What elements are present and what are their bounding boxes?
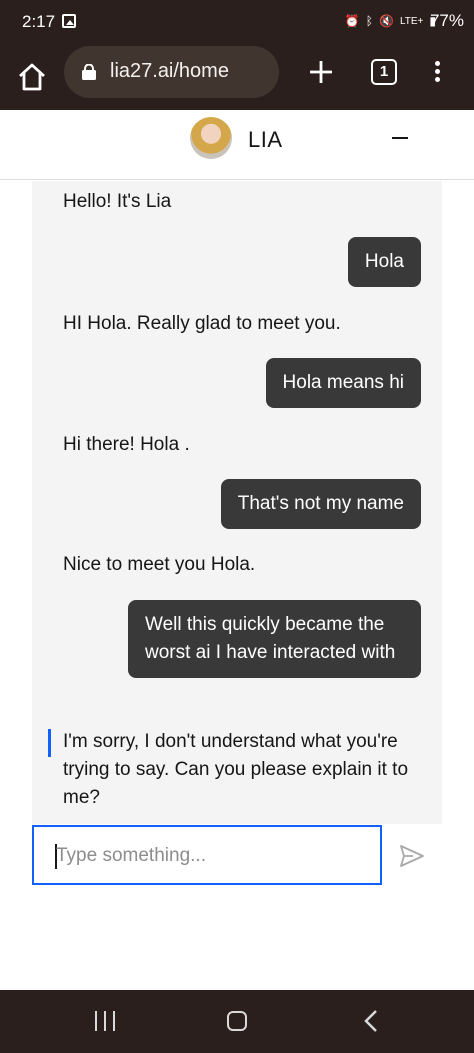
bot-message: Nice to meet you Hola.: [63, 554, 256, 575]
input-placeholder: Type something...: [56, 845, 206, 866]
lock-icon: [82, 64, 96, 80]
alarm-icon: ⏰: [344, 14, 360, 28]
status-bar: 2:17 ⏰ ᛒ 🔇 LTE+ ▮ 77%: [0, 0, 474, 44]
new-tab-icon[interactable]: [307, 58, 335, 86]
user-message: Hola means hi: [265, 358, 421, 408]
url-text: lia27.ai/home: [110, 60, 229, 82]
status-icons: ⏰ ᛒ 🔇 LTE+ ▮: [345, 14, 436, 28]
send-icon[interactable]: [398, 842, 426, 870]
network-type: LTE+: [399, 15, 424, 27]
bot-message: HI Hola. Really glad to meet you.: [63, 313, 341, 334]
gallery-notification-icon: [62, 14, 76, 28]
user-message: That's not my name: [220, 479, 421, 529]
user-message: Well this quickly became the worst ai I …: [128, 600, 421, 678]
browser-toolbar: lia27.ai/home 1: [0, 44, 474, 110]
chat-header: LIA: [0, 110, 474, 180]
status-time: 2:17: [22, 12, 56, 31]
avatar: [190, 117, 232, 159]
bot-message: Hi there! Hola .: [63, 434, 190, 455]
battery-level: 77%: [429, 11, 464, 30]
home-button-icon[interactable]: [227, 1011, 247, 1031]
bluetooth-icon: ᛒ: [365, 14, 373, 28]
chat-message-list[interactable]: Hello! It's Lia Hola HI Hola. Really gla…: [32, 181, 442, 824]
minimize-icon[interactable]: [392, 137, 408, 139]
recent-apps-icon[interactable]: [94, 1011, 116, 1031]
latest-message-indicator: [48, 729, 51, 757]
home-icon[interactable]: [16, 61, 48, 93]
system-navigation-bar: [0, 990, 474, 1053]
bot-message: I'm sorry, I don't understand what you'r…: [63, 731, 409, 808]
bot-message: Hello! It's Lia: [63, 191, 172, 212]
user-message: Hola: [347, 237, 421, 287]
mute-icon: 🔇: [379, 14, 394, 28]
tab-switcher-button[interactable]: 1: [371, 59, 397, 85]
back-icon[interactable]: [362, 1009, 380, 1033]
address-bar[interactable]: lia27.ai/home: [64, 46, 279, 98]
chat-title: LIA: [248, 127, 283, 152]
more-options-icon[interactable]: [430, 58, 444, 86]
message-input[interactable]: Type something...: [32, 825, 382, 885]
